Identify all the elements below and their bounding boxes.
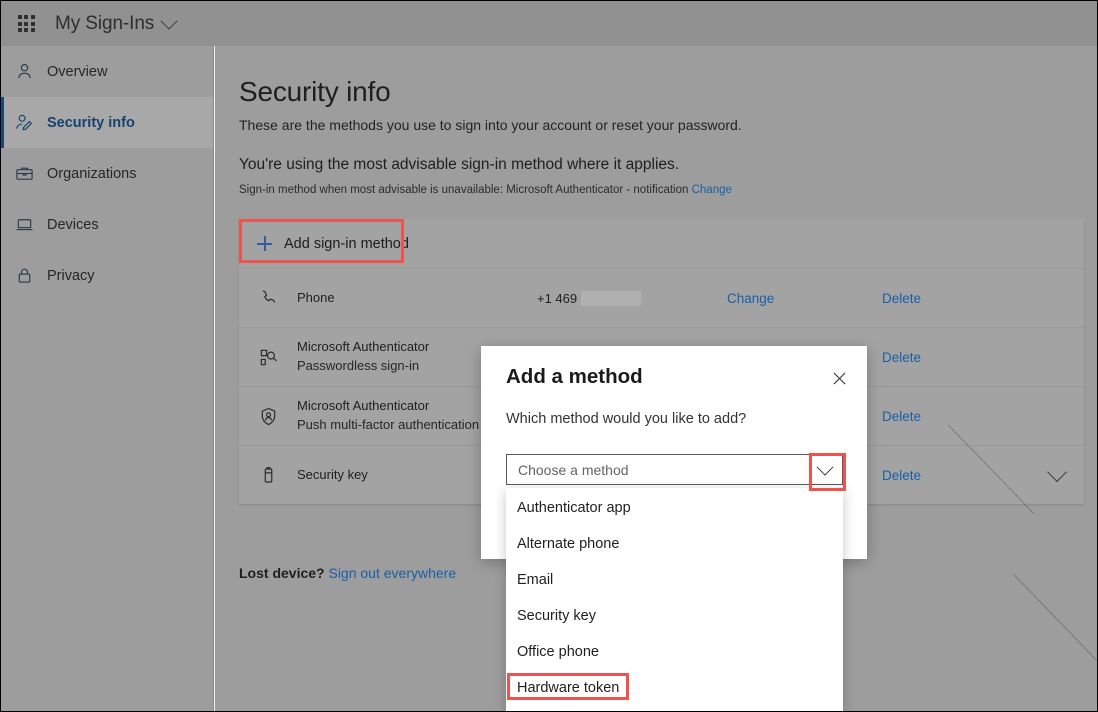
delete-link[interactable]: Delete: [882, 409, 992, 424]
advisable-detail-text: Sign-in method when most advisable is un…: [239, 184, 688, 196]
change-link[interactable]: Change: [727, 291, 882, 306]
app-launcher-icon[interactable]: [11, 9, 41, 39]
lock-icon: [15, 266, 41, 285]
advisable-heading: You're using the most advisable sign-in …: [239, 156, 679, 174]
method-value: +1 469: [537, 291, 727, 306]
add-sign-in-method-label: Add sign-in method: [284, 236, 409, 252]
method-value-text: +1 469: [537, 291, 577, 306]
dialog-question: Which method would you like to add?: [506, 411, 746, 427]
chevron-down-icon[interactable]: [1047, 462, 1067, 482]
chevron-down-icon: [161, 12, 178, 29]
option-authenticator-app[interactable]: Authenticator app: [506, 490, 843, 526]
row-expand-area: [992, 468, 1084, 482]
sidebar-item-label: Organizations: [47, 166, 136, 182]
laptop-icon: [15, 215, 41, 234]
redacted-value: [581, 291, 641, 306]
brand-label: My Sign-Ins: [55, 13, 154, 35]
option-hardware-token[interactable]: Hardware token: [506, 670, 843, 706]
method-select-placeholder: Choose a method: [507, 462, 807, 478]
sidebar-item-label: Overview: [47, 64, 107, 80]
lost-device-row: Lost device? Sign out everywhere: [239, 565, 456, 581]
sidebar-item-privacy[interactable]: Privacy: [1, 250, 213, 301]
option-alternate-phone[interactable]: Alternate phone: [506, 526, 843, 562]
plus-icon: [257, 236, 272, 251]
sidebar-item-overview[interactable]: Overview: [1, 46, 213, 97]
dialog-title: Add a method: [506, 365, 643, 389]
method-name-text: Security key: [297, 467, 368, 482]
method-name-text: Microsoft Authenticator: [297, 339, 429, 354]
option-email[interactable]: Email: [506, 562, 843, 598]
security-key-icon: [239, 465, 297, 486]
sidebar-item-security-info[interactable]: Security info: [1, 97, 213, 148]
method-name-text: Microsoft Authenticator: [297, 398, 429, 413]
add-sign-in-method-button[interactable]: Add sign-in method: [255, 231, 415, 257]
delete-link[interactable]: Delete: [882, 468, 992, 483]
authenticator-passwordless-icon: [239, 347, 297, 368]
sidebar-item-label: Devices: [47, 217, 99, 233]
method-option-list: Authenticator app Alternate phone Email …: [506, 488, 843, 712]
page-subtitle: These are the methods you use to sign in…: [239, 117, 742, 133]
person-pen-icon: [15, 113, 41, 132]
delete-link[interactable]: Delete: [882, 350, 992, 365]
lost-device-label: Lost device?: [239, 565, 325, 581]
brand-menu[interactable]: My Sign-Ins: [55, 13, 175, 35]
advisable-change-link[interactable]: Change: [692, 184, 732, 196]
sidebar-item-organizations[interactable]: Organizations: [1, 148, 213, 199]
sign-out-everywhere-link[interactable]: Sign out everywhere: [328, 565, 456, 581]
sidebar-item-label: Privacy: [47, 268, 95, 284]
phone-icon: [239, 288, 297, 309]
close-icon[interactable]: [827, 366, 851, 390]
delete-link[interactable]: Delete: [882, 291, 992, 306]
method-select[interactable]: Choose a method: [506, 454, 843, 485]
add-method-row: Add sign-in method: [239, 219, 1084, 268]
top-bar: My Sign-Ins: [1, 1, 1098, 46]
option-office-phone[interactable]: Office phone: [506, 634, 843, 670]
app-window: My Sign-Ins Overview: [0, 0, 1098, 712]
page-title: Security info: [239, 76, 390, 108]
sidebar-item-label: Security info: [47, 115, 135, 131]
briefcase-icon: [15, 164, 41, 183]
sidebar: Overview Security info: [1, 46, 214, 712]
advisable-detail: Sign-in method when most advisable is un…: [239, 184, 732, 196]
method-name: Phone: [297, 289, 537, 308]
method-name-text: Phone: [297, 290, 335, 305]
option-security-key[interactable]: Security key: [506, 598, 843, 634]
authenticator-push-icon: [239, 406, 297, 427]
person-icon: [15, 62, 41, 81]
chevron-down-icon[interactable]: [807, 455, 842, 484]
table-row: Phone +1 469 Change Delete: [239, 268, 1084, 327]
sidebar-item-devices[interactable]: Devices: [1, 199, 213, 250]
